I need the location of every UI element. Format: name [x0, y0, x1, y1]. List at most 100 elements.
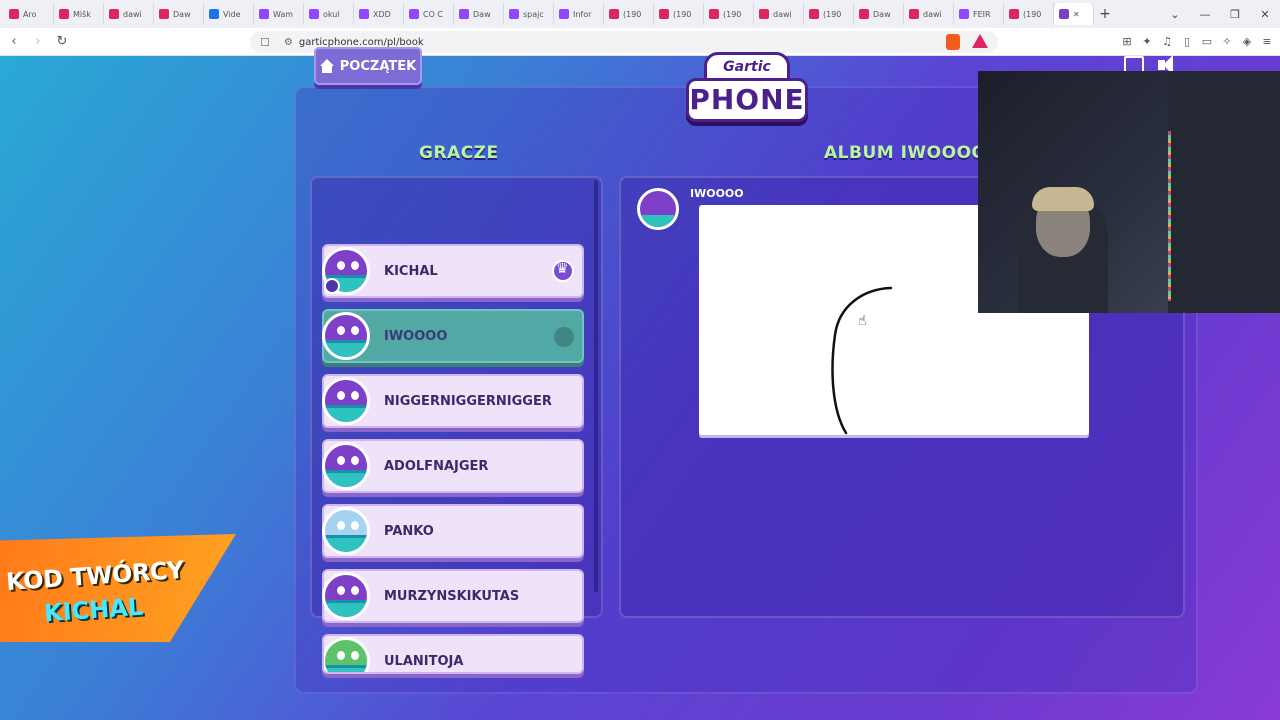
bookmark-icon[interactable]: ☐: [260, 36, 270, 49]
leo-icon[interactable]: ✧: [1220, 35, 1234, 49]
close-tab-icon[interactable]: ✕: [1073, 10, 1080, 19]
browser-tab[interactable]: (190: [804, 3, 854, 25]
music-icon[interactable]: ♫: [1160, 35, 1174, 49]
browser-tab[interactable]: (190: [604, 3, 654, 25]
wallet-icon[interactable]: ▭: [1200, 35, 1214, 49]
browser-tab[interactable]: CO C: [404, 3, 454, 25]
tab-favicon-icon: [459, 9, 469, 19]
logo-bottom-text: PHONE: [686, 78, 808, 122]
tab-label: Daw: [873, 9, 891, 19]
webcam-overlay: [978, 71, 1280, 313]
gartic-phone-logo: Gartic PHONE: [686, 48, 808, 126]
tab-favicon-icon: [309, 9, 319, 19]
browser-tab[interactable]: XDD: [354, 3, 404, 25]
active-browser-tab[interactable]: ✕: [1054, 3, 1094, 25]
player-card[interactable]: PANKO: [322, 504, 584, 558]
player-card[interactable]: NIGGERNIGGERNIGGER: [322, 374, 584, 428]
player-name: KICHAL: [384, 264, 438, 279]
player-card[interactable]: ADOLFNAJGER: [322, 439, 584, 493]
sidebar-icon[interactable]: ▯: [1180, 35, 1194, 49]
player-card[interactable]: IWOOOO: [322, 309, 584, 363]
crown-icon: [552, 260, 574, 282]
player-name: MURZYNSKIKUTAS: [384, 589, 520, 604]
tab-favicon-icon: [109, 9, 119, 19]
tab-favicon-icon: [159, 9, 169, 19]
player-card[interactable]: MURZYNSKIKUTAS: [322, 569, 584, 623]
browser-tab[interactable]: Vide: [204, 3, 254, 25]
player-avatar: [322, 507, 370, 555]
site-info-icon[interactable]: ⚙: [284, 37, 293, 48]
tab-label: dawi: [123, 9, 142, 19]
tab-favicon-icon: [559, 9, 569, 19]
tab-label: XDD: [373, 9, 391, 19]
browser-tab[interactable]: dawi: [904, 3, 954, 25]
browser-tab[interactable]: Daw: [454, 3, 504, 25]
browser-tab[interactable]: dawi: [104, 3, 154, 25]
tab-label: okul: [323, 9, 340, 19]
browser-tab[interactable]: FEIR: [954, 3, 1004, 25]
menu-icon[interactable]: ≡: [1260, 35, 1274, 49]
tab-label: (190: [1023, 9, 1042, 19]
browser-tab[interactable]: (190: [654, 3, 704, 25]
tab-label: Mišk: [73, 9, 91, 19]
reload-icon[interactable]: ↻: [52, 34, 72, 49]
browser-tab[interactable]: (190: [704, 3, 754, 25]
tab-favicon-icon: [59, 9, 69, 19]
tab-label: (190: [673, 9, 692, 19]
player-name: ULANITOJA: [384, 654, 464, 669]
vpn-icon[interactable]: ◈: [1240, 35, 1254, 49]
browser-tab[interactable]: spajc: [504, 3, 554, 25]
minimize-icon[interactable]: —: [1190, 8, 1220, 21]
tab-favicon-icon: [509, 9, 519, 19]
browser-tab[interactable]: Daw: [154, 3, 204, 25]
browser-tab[interactable]: dawi: [754, 3, 804, 25]
kick-icon[interactable]: [554, 327, 574, 347]
tab-favicon-icon: [209, 9, 219, 19]
tab-favicon-icon: [759, 9, 769, 19]
browser-tab[interactable]: Daw: [854, 3, 904, 25]
tab-favicon-icon: [259, 9, 269, 19]
window-controls: ⌄ — ❐ ✕: [1160, 0, 1280, 28]
tab-label: dawi: [923, 9, 942, 19]
tab-label: Wam: [273, 9, 294, 19]
led-lights: [1168, 131, 1171, 301]
new-tab-icon[interactable]: +: [1094, 6, 1116, 22]
players-title: GRACZE: [419, 143, 499, 163]
player-avatar: [324, 637, 370, 672]
browser-tab[interactable]: okul: [304, 3, 354, 25]
album-author-name: IWOOOO: [690, 187, 744, 200]
translate-icon[interactable]: ⊞: [1120, 35, 1134, 49]
player-card[interactable]: KICHAL: [322, 244, 584, 298]
tab-bar: Aro Mišk dawi Daw Vide Wam okul XDD CO C Daw spajc…: [0, 0, 1280, 28]
tab-favicon-icon: [959, 9, 969, 19]
browser-tab[interactable]: Infor: [554, 3, 604, 25]
home-icon: [319, 59, 334, 73]
extensions-icon[interactable]: ✦: [1140, 35, 1154, 49]
tab-label: Vide: [223, 9, 241, 19]
tab-favicon-icon: [809, 9, 819, 19]
tab-list-icon[interactable]: ⌄: [1160, 8, 1190, 21]
player-avatar: [322, 377, 370, 425]
browser-tab[interactable]: (190: [1004, 3, 1054, 25]
brave-rewards-icon[interactable]: [972, 34, 988, 48]
close-window-icon[interactable]: ✕: [1250, 8, 1280, 21]
browser-tab[interactable]: Wam: [254, 3, 304, 25]
browser-tab[interactable]: Aro: [4, 3, 54, 25]
forward-icon[interactable]: ›: [28, 34, 48, 49]
players-scrollbar[interactable]: [594, 180, 598, 592]
tab-label: FEIR: [973, 9, 991, 19]
player-avatar: [322, 442, 370, 490]
player-avatar: [322, 572, 370, 620]
brave-shield-icon[interactable]: [946, 34, 960, 50]
restore-icon[interactable]: ❐: [1220, 8, 1250, 21]
player-name: ADOLFNAJGER: [384, 459, 489, 474]
player-card[interactable]: ULANITOJA: [322, 634, 584, 674]
home-button[interactable]: POCZĄTEK: [314, 47, 422, 85]
tab-favicon-icon: [1009, 9, 1019, 19]
back-icon[interactable]: ‹: [4, 34, 24, 49]
player-avatar: [322, 312, 370, 360]
tab-favicon-icon: [609, 9, 619, 19]
streamer-hair: [1032, 187, 1094, 211]
tab-favicon-icon: [409, 9, 419, 19]
browser-tab[interactable]: Mišk: [54, 3, 104, 25]
